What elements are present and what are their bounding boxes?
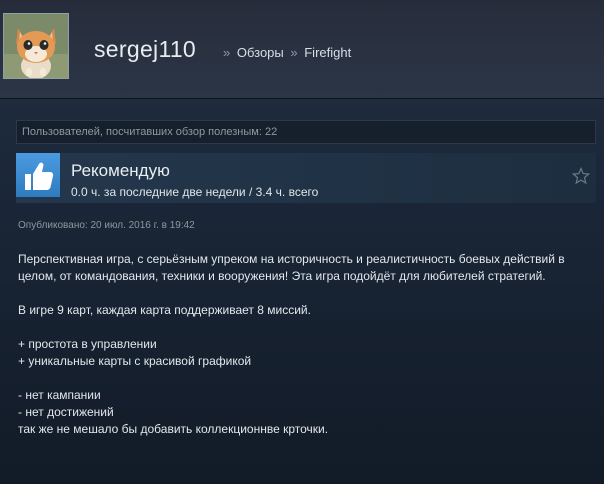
recommendation-header: Рекомендую 0.0 ч. за последние две недел… bbox=[16, 153, 596, 203]
review-paragraph: Перспективная игра, с серьёзным упреком … bbox=[18, 252, 565, 283]
star-icon[interactable] bbox=[571, 166, 591, 185]
review-content: Пользователей, посчитавших обзор полезны… bbox=[0, 99, 604, 484]
recommendation-title: Рекомендую bbox=[71, 161, 170, 180]
breadcrumb-separator: » bbox=[290, 45, 298, 60]
review-paragraph: так же не мешало бы добавить коллекционн… bbox=[18, 422, 329, 436]
breadcrumb-game-link[interactable]: Firefight bbox=[304, 45, 351, 60]
review-paragraph: В игре 9 карт, каждая карта поддерживает… bbox=[18, 303, 311, 317]
review-con-item: - нет достижений bbox=[18, 405, 114, 419]
breadcrumb: » Обзоры » Firefight bbox=[220, 45, 351, 60]
kitten-avatar-image bbox=[4, 14, 68, 78]
review-con-item: - нет кампании bbox=[18, 388, 101, 402]
avatar[interactable] bbox=[3, 13, 69, 79]
helpful-count: Пользователей, посчитавших обзор полезны… bbox=[16, 120, 596, 144]
posted-date: Опубликовано: 20 июл. 2016 г. в 19:42 bbox=[18, 220, 195, 231]
thumbs-up-icon bbox=[16, 153, 60, 197]
persona-name[interactable]: sergej110 bbox=[94, 36, 196, 63]
profile-header: sergej110 » Обзоры » Firefight bbox=[0, 0, 604, 99]
review-pro-item: + простота в управлении bbox=[18, 337, 157, 351]
playtime-hours: 0.0 ч. за последние две недели / 3.4 ч. … bbox=[71, 185, 319, 199]
breadcrumb-separator: » bbox=[223, 45, 231, 60]
review-pro-item: + уникальные карты с красивой графикой bbox=[18, 354, 252, 368]
review-body: Перспективная игра, с серьёзным упреком … bbox=[18, 251, 588, 438]
breadcrumb-reviews-link[interactable]: Обзоры bbox=[237, 45, 284, 60]
